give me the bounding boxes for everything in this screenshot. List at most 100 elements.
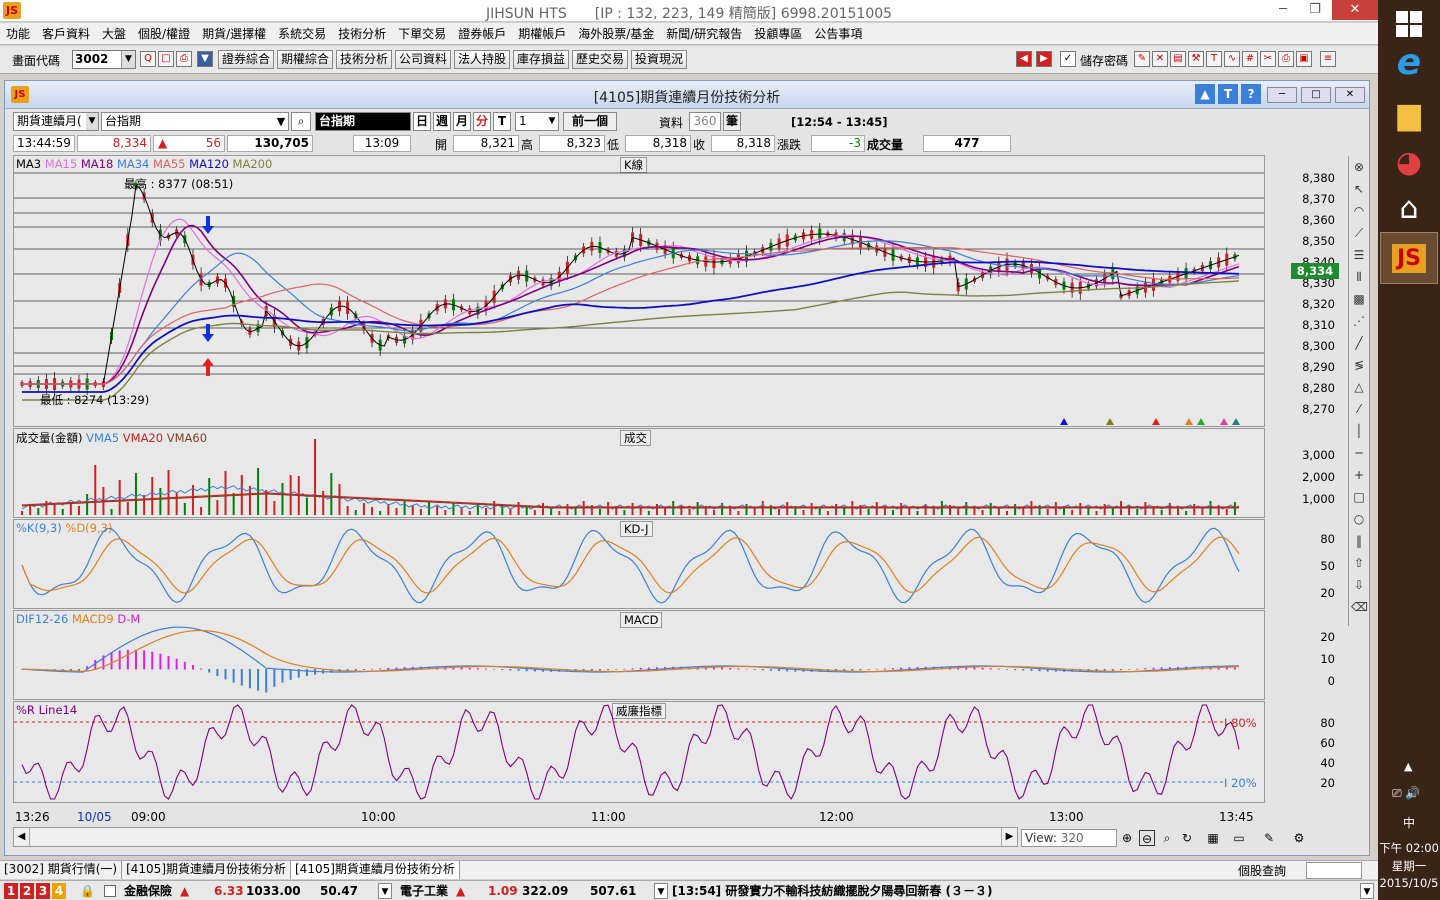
dropdown-icon[interactable]: ▼: [197, 51, 213, 67]
tf-minute-button[interactable]: 分: [473, 112, 491, 131]
image-icon[interactable]: ▣: [1296, 51, 1312, 67]
cross-icon[interactable]: ✕: [1152, 51, 1168, 67]
hlines-icon[interactable]: ☰: [1351, 246, 1367, 264]
magnify-icon[interactable]: ⌕: [1159, 830, 1175, 846]
chevron-down-icon[interactable]: ▼: [378, 883, 392, 899]
segment-icon[interactable]: ⁄: [1351, 400, 1367, 418]
menu-item[interactable]: 系統交易: [272, 23, 332, 45]
window-icon[interactable]: □: [158, 51, 174, 67]
tab-tech-analysis-2[interactable]: [4105]期貨連續月份技術分析: [291, 861, 460, 879]
folder-icon[interactable]: ▆: [1385, 90, 1433, 138]
interval-select[interactable]: 1 ▼: [515, 112, 559, 131]
menu-item[interactable]: 個股/權證: [132, 23, 196, 45]
chevron-down-icon[interactable]: ▼: [654, 883, 668, 899]
chart-scrollbar[interactable]: ◀ ▶: [13, 827, 1018, 847]
line-icon[interactable]: ╱: [1351, 334, 1367, 352]
menu-item[interactable]: 客戶資料: [36, 23, 96, 45]
tf-tick-button[interactable]: T: [493, 112, 511, 131]
tf-week-button[interactable]: 週: [433, 112, 451, 131]
list-icon[interactable]: ≡: [1320, 51, 1336, 67]
bars-icon[interactable]: ‖: [1351, 532, 1367, 550]
securities-button[interactable]: 證券綜合: [218, 50, 275, 69]
vlines-icon[interactable]: ⦀: [1351, 268, 1367, 286]
chevron-down-icon[interactable]: ▼: [86, 113, 98, 130]
triangle-icon[interactable]: △: [1351, 378, 1367, 396]
scroll-left-icon[interactable]: ◀: [14, 828, 30, 846]
arrow-up-icon[interactable]: ▲: [1195, 84, 1215, 104]
lock-icon[interactable]: 🔒: [80, 883, 95, 899]
chevron-down-icon[interactable]: ▼: [274, 113, 288, 130]
search-icon[interactable]: Q: [140, 51, 156, 67]
paint-icon[interactable]: ◕: [1385, 138, 1433, 186]
tf-day-button[interactable]: 日: [413, 112, 431, 131]
menu-item[interactable]: 期貨/選擇權: [196, 23, 272, 45]
arrow-down-outline-icon[interactable]: ⇩: [1351, 576, 1367, 594]
menu-item[interactable]: 技術分析: [332, 23, 392, 45]
menu-item[interactable]: 新聞/研究報告: [660, 23, 748, 45]
arrow-up-outline-icon[interactable]: ⇧: [1351, 554, 1367, 572]
inventory-button[interactable]: 庫存損益: [513, 50, 570, 69]
layout-2-button[interactable]: 2: [20, 883, 34, 899]
kd-panel[interactable]: %K(9,3) %D(9,3) KD-J: [13, 519, 1265, 609]
stock-query-input[interactable]: [1306, 862, 1362, 879]
refresh-icon[interactable]: ↻: [1179, 830, 1195, 846]
scissors-icon[interactable]: ✂: [1260, 51, 1276, 67]
jihsun-app-icon[interactable]: JS: [1380, 232, 1438, 284]
ellipse-icon[interactable]: ○: [1351, 510, 1367, 528]
window-minimize-button[interactable]: ─: [1267, 87, 1297, 103]
close-button[interactable]: ✕: [1332, 0, 1378, 20]
kline-panel[interactable]: MA3 MA15 MA18 MA34 MA55 MA120 MA200 K線 最…: [13, 155, 1265, 427]
arrow-left-icon[interactable]: ◀: [1016, 51, 1032, 67]
calc-icon[interactable]: #: [1242, 51, 1258, 67]
status-checkbox[interactable]: [104, 885, 116, 897]
internet-explorer-icon[interactable]: e: [1385, 38, 1433, 86]
chevron-up-icon[interactable]: ▲: [1404, 760, 1412, 773]
grid-icon[interactable]: ▩: [1351, 290, 1367, 308]
data-unit-button[interactable]: 筆: [723, 112, 741, 131]
layout-icon[interactable]: ▭: [1231, 830, 1247, 846]
network-icon[interactable]: ⎚ 🔊: [1392, 786, 1420, 801]
symbol-input[interactable]: 台指期 ▼: [101, 112, 289, 131]
zoom-in-icon[interactable]: ⊕: [1119, 830, 1135, 846]
menu-item[interactable]: 投顧專區: [748, 23, 808, 45]
window-restore-button[interactable]: □: [1301, 87, 1331, 103]
view-field[interactable]: View: 320: [1021, 829, 1117, 847]
search-icon[interactable]: ⌕: [291, 112, 311, 131]
menu-item[interactable]: 大盤: [96, 23, 132, 45]
minimize-button[interactable]: ─: [1268, 0, 1298, 20]
tool-icon[interactable]: ⚒: [1188, 51, 1204, 67]
restore-button[interactable]: ❐: [1300, 0, 1330, 20]
clock-time[interactable]: 下午 02:00: [1378, 840, 1440, 856]
institution-button[interactable]: 法人持股: [454, 50, 511, 69]
zoom-out-icon[interactable]: ⊖: [1139, 830, 1155, 846]
print-icon[interactable]: ⎙: [1278, 51, 1294, 67]
company-button[interactable]: 公司資料: [395, 50, 452, 69]
text-t-icon[interactable]: T: [1218, 84, 1238, 104]
layout-3-button[interactable]: 3: [36, 883, 50, 899]
layout-1-button[interactable]: 1: [4, 883, 18, 899]
trendline-icon[interactable]: ⟋: [1351, 224, 1367, 242]
wr-panel[interactable]: %R Line14 威廉指標 I 80% I 20%: [13, 701, 1265, 803]
rectangle-icon[interactable]: □: [1351, 488, 1367, 506]
eraser-icon[interactable]: ⌫: [1351, 598, 1368, 616]
macd-panel[interactable]: DIF12-26 MACD9 D-M MACD: [13, 610, 1265, 700]
arc-icon[interactable]: ◠: [1351, 202, 1367, 220]
wave-icon[interactable]: ∿: [1224, 51, 1240, 67]
futures-button[interactable]: 期權綜合: [277, 50, 334, 69]
menu-item[interactable]: 公告事項: [808, 23, 868, 45]
menu-item[interactable]: 期權帳戶: [512, 23, 572, 45]
save-password-checkbox[interactable]: ✓: [1060, 51, 1076, 67]
volume-panel[interactable]: 成交量(金額) VMA5 VMA20 VMA60 成交: [13, 428, 1265, 518]
tab-tech-analysis[interactable]: [4105]期貨連續月份技術分析: [122, 861, 291, 879]
history-button[interactable]: 歷史交易: [572, 50, 629, 69]
print-icon[interactable]: ⎙: [176, 51, 192, 67]
pen-icon[interactable]: ✎: [1134, 51, 1150, 67]
horizontal-line-icon[interactable]: ─: [1351, 444, 1367, 462]
home-icon[interactable]: ⌂: [1385, 184, 1433, 232]
code-input[interactable]: 3002 ▼: [72, 50, 136, 69]
layout-4-button[interactable]: 4: [52, 883, 66, 899]
menu-item[interactable]: 功能: [0, 23, 36, 45]
data-count-input[interactable]: 360: [689, 112, 721, 131]
fan-icon[interactable]: ⋰: [1351, 312, 1367, 330]
menu-item[interactable]: 下單交易: [392, 23, 452, 45]
